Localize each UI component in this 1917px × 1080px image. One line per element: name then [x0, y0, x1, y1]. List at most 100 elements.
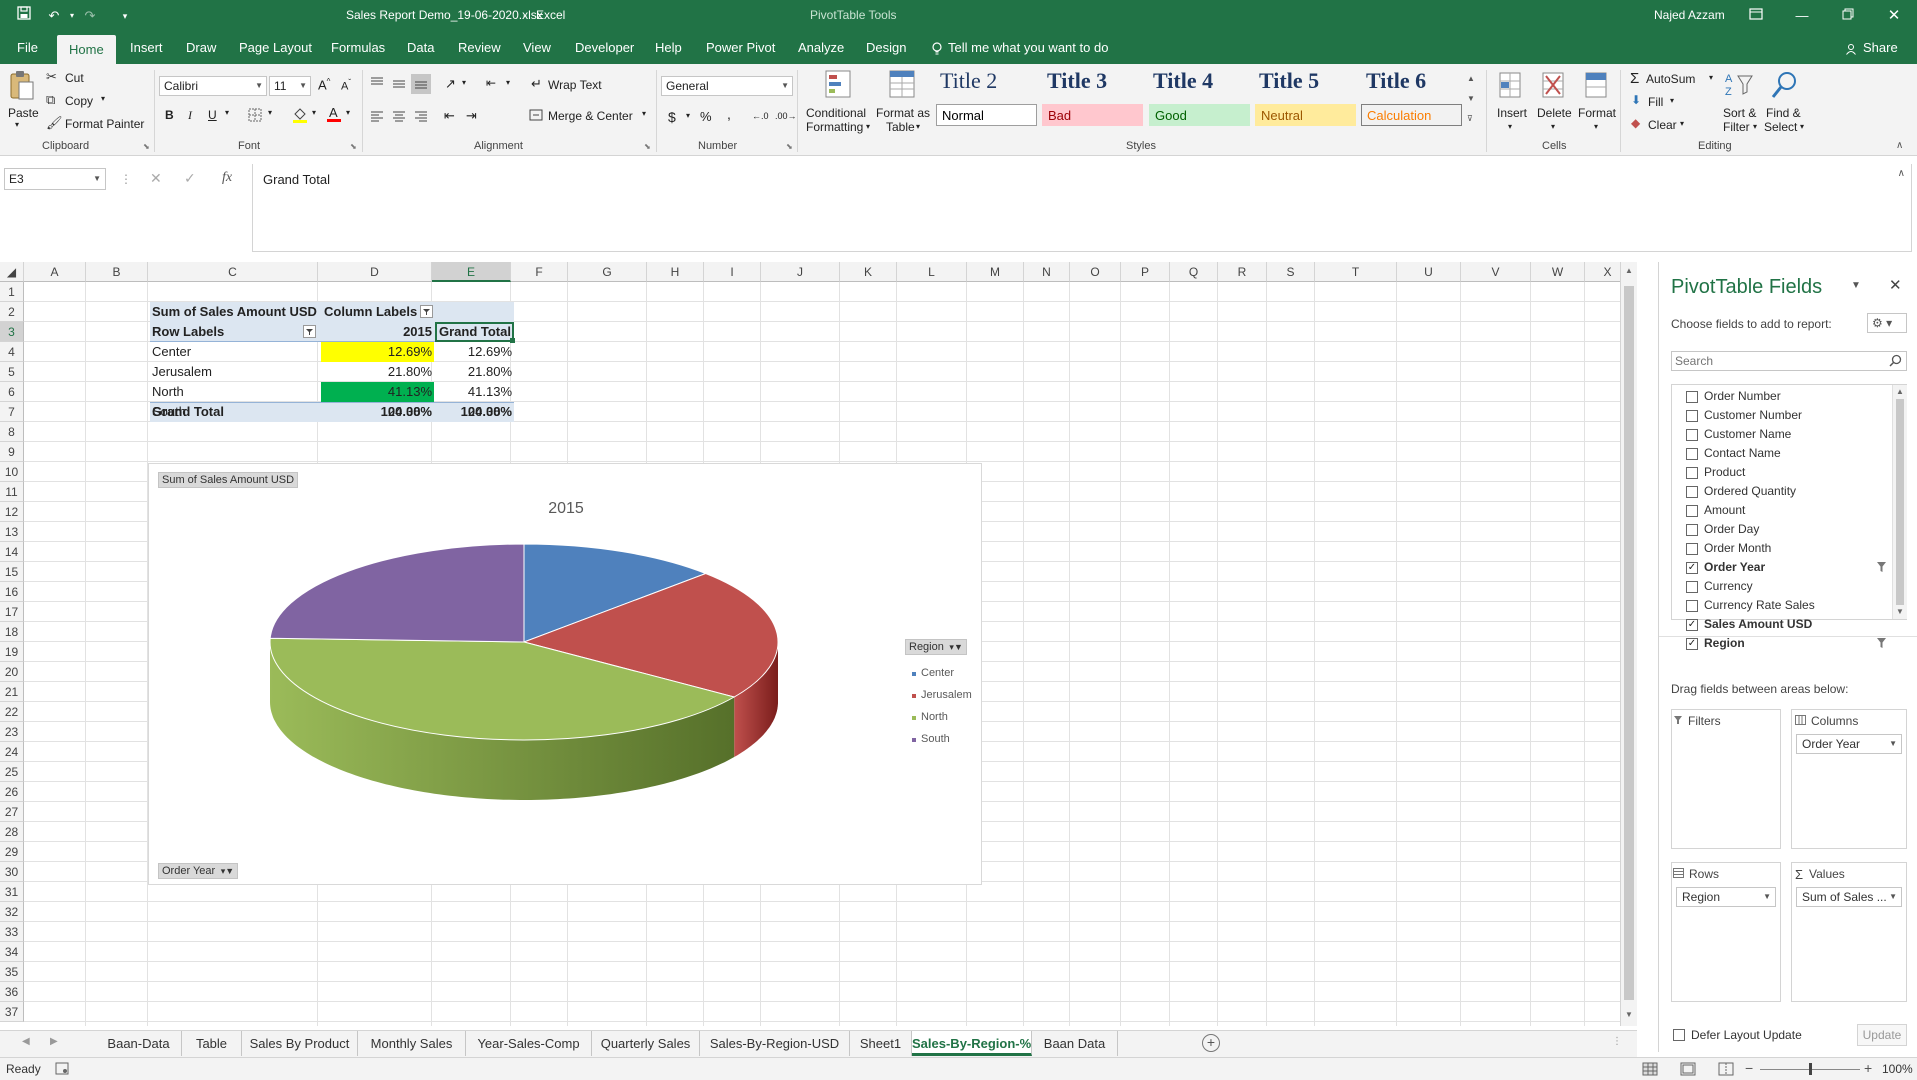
row-header-15[interactable]: 15: [0, 562, 24, 582]
column-header-l[interactable]: L: [897, 262, 967, 282]
decrease-indent-icon[interactable]: ⇤: [444, 108, 455, 124]
field-filter-icon[interactable]: [1876, 637, 1887, 652]
alignment-launcher-icon[interactable]: ⬊: [644, 142, 651, 151]
paste-icon[interactable]: [8, 70, 36, 100]
insert-cells-icon[interactable]: [1497, 70, 1523, 103]
align-bottom-icon[interactable]: [411, 74, 431, 94]
decrease-font-icon[interactable]: Aˇ: [341, 78, 351, 93]
field-item[interactable]: Ordered Quantity: [1686, 483, 1886, 502]
row-header-12[interactable]: 12: [0, 502, 24, 522]
field-item[interactable]: Contact Name: [1686, 445, 1886, 464]
column-header-p[interactable]: P: [1121, 262, 1170, 282]
orientation-icon[interactable]: ↗: [445, 76, 456, 92]
field-checkbox[interactable]: [1686, 467, 1698, 479]
cell-style-bad[interactable]: Bad: [1042, 104, 1143, 126]
close-icon[interactable]: ✕: [1884, 6, 1904, 26]
person-icon[interactable]: [1842, 32, 1860, 64]
scroll-up-icon[interactable]: ▲: [1625, 266, 1633, 275]
autosum-dropdown-icon[interactable]: ▾: [1709, 73, 1713, 82]
row-header-2[interactable]: 2: [0, 302, 24, 322]
increase-indent-icon[interactable]: ⇥: [466, 108, 477, 124]
tab-view[interactable]: View: [520, 32, 554, 64]
column-header-a[interactable]: A: [24, 262, 86, 282]
pivot-total-value[interactable]: 100.00%: [320, 402, 434, 422]
row-header-17[interactable]: 17: [0, 602, 24, 622]
defer-layout-checkbox[interactable]: [1673, 1029, 1685, 1041]
style-title-3[interactable]: Title 3: [1047, 68, 1107, 94]
row-header-25[interactable]: 25: [0, 762, 24, 782]
pivot-row-value[interactable]: 12.69%: [321, 342, 434, 362]
currency-button[interactable]: $: [668, 109, 676, 125]
tab-scroll-right-icon[interactable]: ▶: [50, 1036, 58, 1047]
tab-analyze[interactable]: Analyze: [795, 32, 847, 64]
column-header-i[interactable]: I: [704, 262, 761, 282]
user-name[interactable]: Najed Azzam: [1654, 8, 1725, 22]
legend-entry-south[interactable]: South: [921, 733, 950, 745]
field-item[interactable]: Product: [1686, 464, 1886, 483]
row-header-20[interactable]: 20: [0, 662, 24, 682]
scroll-thumb[interactable]: [1624, 286, 1634, 1000]
currency-dropdown-icon[interactable]: ▾: [686, 111, 690, 120]
cell-style-calculation[interactable]: Calculation: [1361, 104, 1462, 126]
tell-me-search[interactable]: Tell me what you want to do: [945, 32, 1111, 64]
clear-icon[interactable]: ◆: [1631, 116, 1640, 130]
align-left-icon[interactable]: [370, 110, 384, 125]
columns-area-item[interactable]: Order Year ▼: [1796, 734, 1902, 754]
column-filter-icon[interactable]: [420, 305, 433, 318]
align-right-icon[interactable]: [414, 110, 428, 125]
restore-icon[interactable]: [1838, 6, 1858, 26]
font-color-icon[interactable]: A: [326, 105, 342, 126]
column-header-d[interactable]: D: [318, 262, 432, 282]
field-checkbox[interactable]: ✓: [1686, 619, 1698, 631]
row-header-6[interactable]: 6: [0, 382, 24, 402]
paste-dropdown-icon[interactable]: ▾: [15, 120, 19, 129]
font-name-combo[interactable]: Calibri ▼: [159, 76, 267, 96]
conditional-formatting-button-line2[interactable]: Formatting: [806, 120, 863, 134]
column-header-e[interactable]: E: [432, 262, 511, 282]
pie-chart-plot[interactable]: [149, 464, 983, 886]
format-as-table-button-line2[interactable]: Table: [886, 120, 915, 134]
undo-dropdown-icon[interactable]: ▾: [62, 6, 82, 26]
delete-cells-icon[interactable]: [1540, 70, 1566, 103]
field-scroll-down-icon[interactable]: ▼: [1896, 607, 1904, 616]
copy-icon[interactable]: ⧉: [46, 92, 55, 108]
tab-review[interactable]: Review: [455, 32, 504, 64]
row-header-30[interactable]: 30: [0, 862, 24, 882]
field-scroll-up-icon[interactable]: ▲: [1896, 387, 1904, 396]
sort-filter-dropdown-icon[interactable]: ▾: [1753, 122, 1757, 131]
pivot-row-label[interactable]: Center: [150, 342, 310, 362]
fill-button[interactable]: Fill: [1648, 95, 1663, 109]
legend-entry-center[interactable]: Center: [921, 667, 954, 679]
decrease-decimal-icon[interactable]: .00→: [775, 111, 797, 121]
tab-file[interactable]: File: [14, 32, 41, 64]
field-checkbox[interactable]: [1686, 410, 1698, 422]
column-header-h[interactable]: H: [647, 262, 704, 282]
page-layout-view-icon[interactable]: [1680, 1062, 1696, 1079]
pivot-row-labels[interactable]: Row Labels: [150, 322, 310, 342]
clear-button[interactable]: Clear: [1648, 118, 1677, 132]
field-item[interactable]: Currency Rate Sales: [1686, 597, 1886, 616]
lightbulb-icon[interactable]: [929, 32, 945, 64]
new-sheet-icon[interactable]: +: [1202, 1034, 1220, 1052]
sheet-tab-baan-data[interactable]: Baan Data: [1032, 1031, 1118, 1056]
format-as-table-icon[interactable]: [888, 69, 916, 102]
sheet-tab-monthly-sales[interactable]: Monthly Sales: [358, 1031, 466, 1056]
align-middle-icon[interactable]: [392, 78, 406, 93]
conditional-formatting-button[interactable]: Conditional: [806, 106, 866, 120]
field-checkbox[interactable]: [1686, 391, 1698, 403]
font-color-dropdown-icon[interactable]: ▾: [346, 108, 350, 117]
clipboard-launcher-icon[interactable]: ⬊: [143, 142, 150, 151]
row-header-36[interactable]: 36: [0, 982, 24, 1002]
pivot-row-label[interactable]: Jerusalem: [150, 362, 310, 382]
undo-icon[interactable]: ↶: [44, 6, 64, 26]
format-as-table-dropdown-icon[interactable]: ▾: [916, 122, 920, 131]
pivot-row-value[interactable]: 21.80%: [321, 362, 434, 382]
column-header-m[interactable]: M: [967, 262, 1024, 282]
row-header-32[interactable]: 32: [0, 902, 24, 922]
fill-dropdown-icon[interactable]: ▾: [1670, 96, 1674, 105]
delete-dropdown-icon[interactable]: ▾: [1551, 122, 1555, 131]
tab-data[interactable]: Data: [404, 32, 437, 64]
row-header-31[interactable]: 31: [0, 882, 24, 902]
field-item[interactable]: Customer Number: [1686, 407, 1886, 426]
sheet-tab-baan-data[interactable]: Baan-Data: [96, 1031, 182, 1056]
